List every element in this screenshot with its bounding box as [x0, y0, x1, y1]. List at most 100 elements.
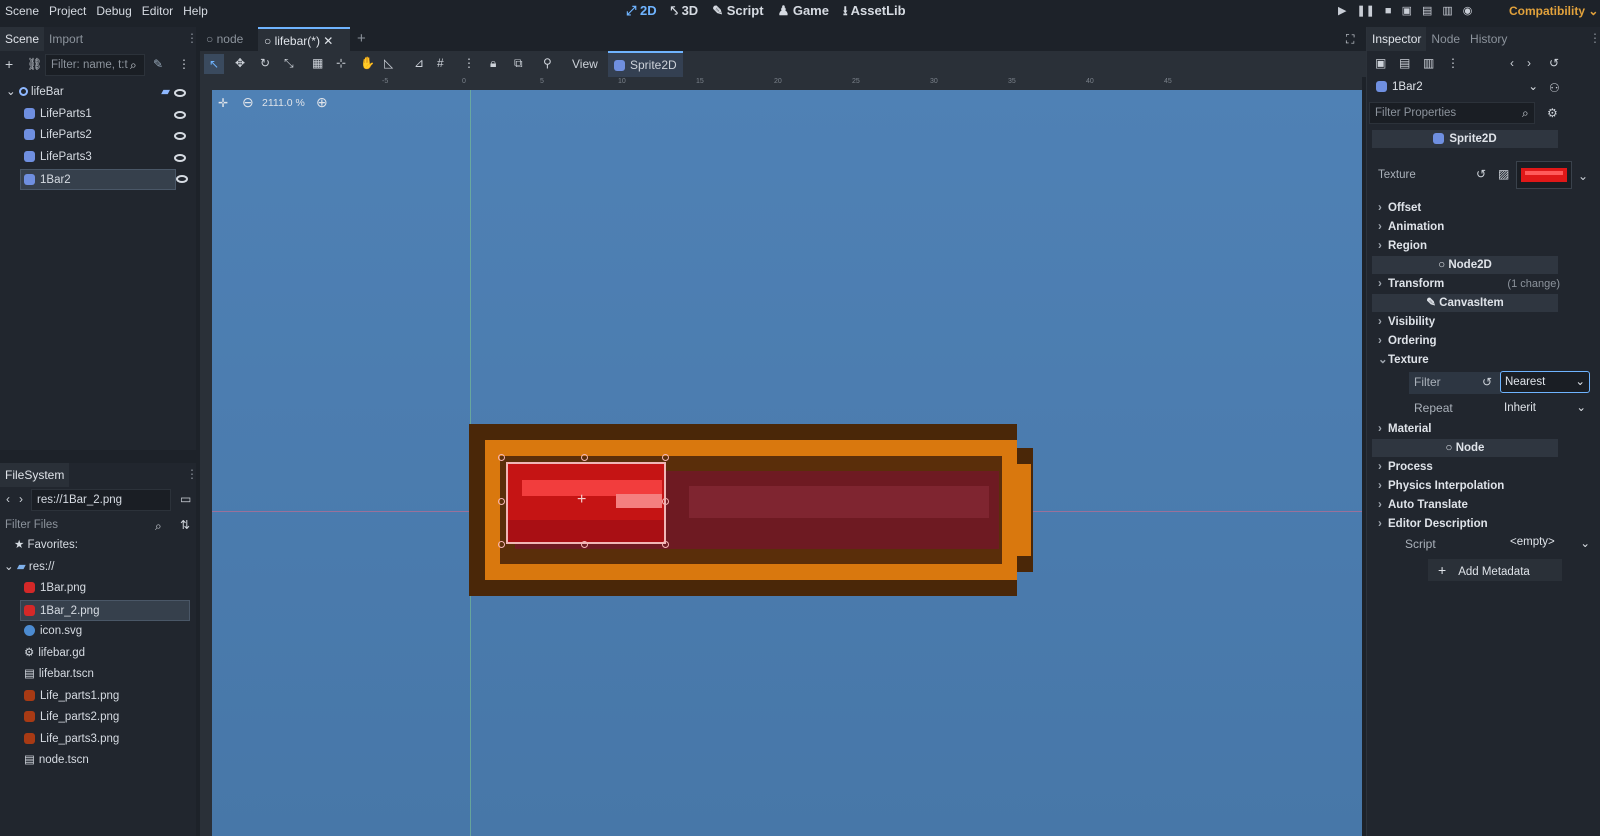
view-menu[interactable]: View	[572, 51, 598, 77]
forward-icon[interactable]: ›	[19, 492, 23, 506]
stop-icon[interactable]: ■	[1385, 0, 1392, 22]
scale-tool-icon[interactable]: ⤡	[284, 56, 294, 71]
tree-node-lifeparts1[interactable]: LifeParts1	[0, 104, 194, 125]
section-visibility[interactable]: › Visibility	[1378, 313, 1435, 331]
play-custom-icon[interactable]: ▥	[1442, 0, 1452, 22]
add-tab-icon[interactable]: +	[357, 27, 366, 51]
play-scene-icon[interactable]: ▤	[1422, 0, 1432, 22]
file-item[interactable]: Life_parts2.png	[0, 707, 119, 728]
sort-icon[interactable]: ⇅	[180, 518, 190, 532]
remote-debug-icon[interactable]: ▣	[1402, 0, 1412, 22]
tree-node-lifebar[interactable]: ⌄ lifeBar ▰	[0, 82, 194, 103]
texture-preview[interactable]	[1516, 161, 1572, 189]
tab-lifebar[interactable]: ○ lifebar(*) ✕	[258, 27, 350, 53]
mode-3d-button[interactable]: ⤣ 3D	[671, 0, 699, 22]
close-icon[interactable]: ✕	[323, 34, 333, 48]
revert-icon[interactable]: ↺	[1482, 375, 1492, 389]
script-icon[interactable]: ▰	[161, 82, 170, 103]
scene-menu-icon[interactable]: ⋮	[178, 57, 190, 71]
zoom-level[interactable]: 2111.0 %	[262, 97, 305, 109]
section-offset[interactable]: › Offset	[1378, 199, 1421, 217]
section-node[interactable]: ○ Node	[1372, 439, 1558, 457]
file-item-selected[interactable]: 1Bar_2.png	[20, 600, 190, 621]
script-select[interactable]: <empty> ⌄	[1510, 536, 1590, 550]
movie-maker-icon[interactable]: ◉	[1463, 0, 1473, 22]
menu-debug[interactable]: Debug	[91, 0, 136, 22]
renderer-select[interactable]: Compatibility ⌄	[1509, 0, 1598, 22]
file-item[interactable]: ▤ node.tscn	[0, 750, 89, 771]
tree-node-lifeparts3[interactable]: LifeParts3	[0, 147, 194, 168]
bone-icon[interactable]: ⚲	[543, 56, 552, 70]
snap-options-icon[interactable]: ⋮	[463, 56, 475, 70]
open-resource-icon[interactable]: ▤	[1399, 56, 1410, 70]
section-auto-translate[interactable]: › Auto Translate	[1378, 496, 1468, 514]
object-history-icon[interactable]: ↺	[1549, 56, 1559, 70]
dock-menu-icon[interactable]: ⋮	[186, 467, 198, 481]
group-icon[interactable]: ⧉	[514, 56, 523, 71]
file-item[interactable]: ▤ lifebar.tscn	[0, 664, 94, 685]
tab-history[interactable]: History	[1465, 27, 1512, 51]
new-resource-icon[interactable]: ▣	[1375, 56, 1386, 70]
history-back-icon[interactable]: ‹	[1510, 56, 1514, 70]
tab-inspector[interactable]: Inspector	[1367, 27, 1427, 51]
center-view-icon[interactable]: ✛	[218, 96, 228, 110]
sprite2d-menu[interactable]: Sprite2D	[608, 51, 683, 77]
smart-snap-icon[interactable]: ⊿	[414, 56, 424, 70]
mode-script-button[interactable]: ✎ Script	[712, 0, 763, 22]
distraction-free-icon[interactable]: ⛶	[1346, 27, 1354, 51]
file-item[interactable]: 1Bar.png	[0, 578, 86, 599]
menu-scene[interactable]: Scene	[0, 0, 44, 22]
tree-node-lifeparts2[interactable]: LifeParts2	[0, 125, 194, 146]
tab-scene[interactable]: Scene	[0, 27, 45, 51]
lock-icon[interactable]: 🔒︎	[490, 56, 496, 71]
file-item[interactable]: Life_parts1.png	[0, 686, 119, 707]
texture-edit-icon[interactable]: ▨	[1498, 167, 1509, 181]
visibility-eye-icon[interactable]	[174, 89, 186, 97]
mode-2d-button[interactable]: ⤢ 2D	[626, 0, 657, 22]
section-physics-interpolation[interactable]: › Physics Interpolation	[1378, 477, 1504, 495]
file-filter-input[interactable]: Filter Files	[0, 515, 170, 537]
section-transform[interactable]: › Transform (1 change)	[1378, 275, 1560, 293]
property-filter-input[interactable]: Filter Properties	[1369, 102, 1535, 124]
resize-handle[interactable]	[662, 541, 669, 548]
menu-project[interactable]: Project	[44, 0, 91, 22]
chevron-down-icon[interactable]: ⌄	[1578, 169, 1588, 183]
play-icon[interactable]: ▶	[1338, 0, 1346, 22]
resize-handle[interactable]	[498, 454, 505, 461]
back-icon[interactable]: ‹	[6, 492, 10, 506]
tab-filesystem[interactable]: FileSystem	[0, 463, 70, 487]
file-item[interactable]: Life_parts3.png	[0, 729, 119, 750]
file-item[interactable]: ⚙ lifebar.gd	[0, 643, 85, 664]
resize-handle[interactable]	[662, 454, 669, 461]
tree-node-1bar2[interactable]: 1Bar2	[20, 169, 176, 190]
toggle-split-icon[interactable]: ▭	[180, 492, 191, 506]
section-canvasitem[interactable]: ✎ CanvasItem	[1372, 294, 1558, 312]
path-field[interactable]: res://1Bar_2.png	[31, 489, 171, 511]
mode-assetlib-button[interactable]: ⭳ AssetLib	[843, 0, 906, 22]
menu-editor[interactable]: Editor	[137, 0, 178, 22]
collapse-icon[interactable]: ⌄	[4, 561, 14, 573]
revert-icon[interactable]: ↺	[1476, 167, 1486, 181]
move-tool-icon[interactable]: ✥	[235, 56, 245, 70]
folder-res[interactable]: ⌄ ▰ res://	[0, 557, 54, 578]
selectable-tool-icon[interactable]: ▦	[312, 56, 323, 70]
section-material[interactable]: › Material	[1378, 420, 1431, 438]
section-process[interactable]: › Process	[1378, 458, 1433, 476]
section-texture[interactable]: ⌄Texture	[1378, 351, 1429, 369]
rotate-tool-icon[interactable]: ↻	[260, 56, 270, 70]
resize-handle[interactable]	[498, 541, 505, 548]
save-resource-icon[interactable]: ▥	[1423, 56, 1434, 70]
filter-select[interactable]: Nearest ⌄	[1500, 371, 1590, 393]
add-metadata-button[interactable]: + Add Metadata	[1428, 559, 1562, 581]
zoom-out-icon[interactable]: ⊖	[242, 94, 254, 111]
collapse-icon[interactable]: ⌄	[6, 86, 16, 98]
resource-menu-icon[interactable]: ⋮	[1447, 56, 1459, 70]
file-item[interactable]: icon.svg	[0, 621, 82, 642]
zoom-in-icon[interactable]: ⊕	[316, 94, 328, 111]
section-editor-description[interactable]: › Editor Description	[1378, 515, 1488, 533]
section-animation[interactable]: › Animation	[1378, 218, 1444, 236]
visibility-eye-icon[interactable]	[174, 132, 186, 140]
section-node2d[interactable]: ○ Node2D	[1372, 256, 1558, 274]
tab-node[interactable]: ○ node	[206, 27, 243, 51]
select-tool-icon[interactable]: ↖	[204, 54, 224, 74]
